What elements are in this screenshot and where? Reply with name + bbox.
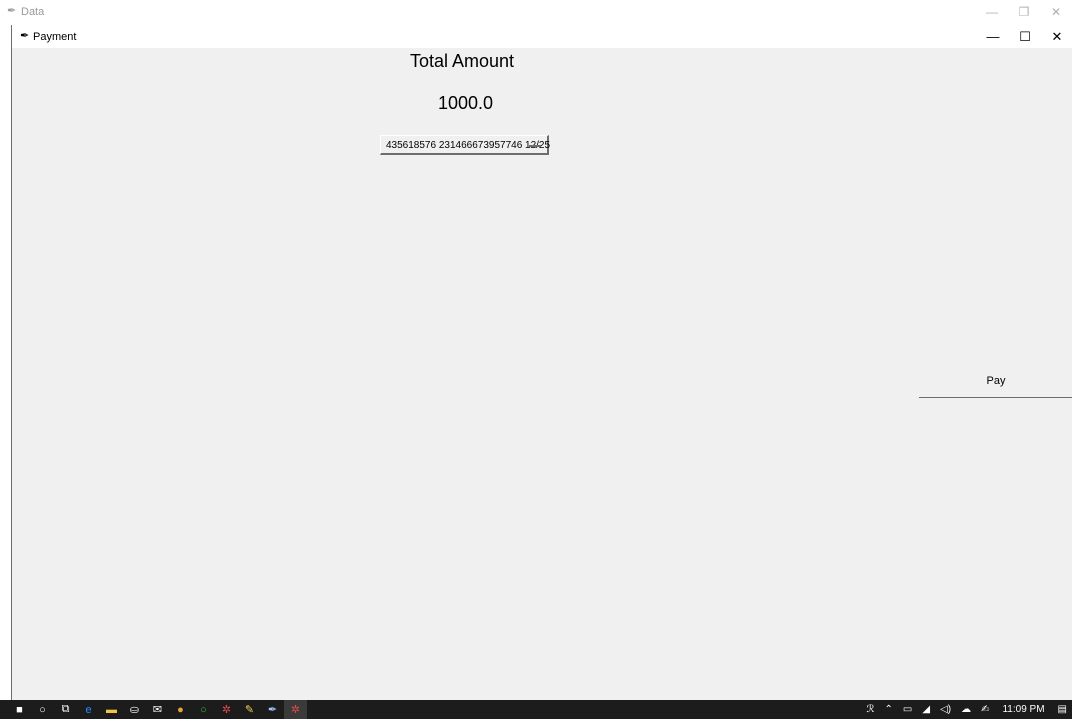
total-amount-label: Total Amount <box>410 51 515 71</box>
notification-icon[interactable]: ▤ <box>1053 704 1072 715</box>
battery-icon[interactable]: ▭ <box>898 704 917 715</box>
file-explorer-icon[interactable]: ▬ <box>100 700 123 719</box>
payment-window: ✒ Payment — ☐ ✕ Total Amount 1000.0 4356… <box>11 25 1072 700</box>
pen-icon[interactable]: ✍ <box>976 704 994 715</box>
close-button[interactable]: ✕ <box>1041 25 1072 48</box>
taskbar-apps: ■ ○ ⧉ e ▬ ⛀ ✉ ● ○ ✲ ✎ ✒ ✲ <box>8 700 307 719</box>
onedrive-icon[interactable]: ☁ <box>956 704 976 715</box>
minimize-button[interactable]: — <box>976 0 1008 24</box>
clock[interactable]: 11:09 PM <box>994 704 1052 715</box>
background-window-title: Data <box>21 6 45 18</box>
people-icon[interactable]: ℛ <box>862 704 880 715</box>
chevron-up-icon[interactable]: ⌃ <box>880 704 898 715</box>
dropdown-indicator-icon <box>529 145 541 147</box>
system-tray: ℛ ⌃ ▭ ◢ ◁) ☁ ✍ 11:09 PM ▤ <box>862 700 1072 719</box>
payment-window-title: Payment <box>33 31 77 43</box>
card-select-value: 435618576 231466673957746 12/25 <box>386 140 551 151</box>
python-feather-icon[interactable]: ✲ <box>215 700 238 719</box>
maximize-button[interactable]: ☐ <box>1009 25 1041 48</box>
payment-window-controls: — ☐ ✕ <box>977 25 1072 48</box>
feather-icon: ✒ <box>7 5 17 17</box>
wifi-icon[interactable]: ◢ <box>917 704 935 715</box>
card-select-dropdown[interactable]: 435618576 231466673957746 12/25 <box>380 135 551 155</box>
background-window-titlebar[interactable]: ✒ Data — ❐ ✕ <box>0 0 1072 24</box>
minimize-button[interactable]: — <box>977 25 1009 48</box>
close-button[interactable]: ✕ <box>1040 0 1072 24</box>
windows-start-icon[interactable]: ■ <box>8 700 31 719</box>
total-amount-value: 1000.0 <box>438 93 494 113</box>
restore-button[interactable]: ❐ <box>1008 0 1040 24</box>
edge-icon[interactable]: e <box>77 700 100 719</box>
task-view-icon[interactable]: ⧉ <box>54 700 77 719</box>
store-icon[interactable]: ⛀ <box>123 700 146 719</box>
background-window-controls: — ❐ ✕ <box>976 0 1072 24</box>
payment-window-titlebar[interactable]: ✒ Payment — ☐ ✕ <box>12 25 1072 48</box>
feather-icon[interactable]: ✒ <box>261 700 284 719</box>
chrome-icon[interactable]: ● <box>169 700 192 719</box>
python-feather-active-icon[interactable]: ✲ <box>284 700 307 719</box>
taskbar: ■ ○ ⧉ e ▬ ⛀ ✉ ● ○ ✲ ✎ ✒ ✲ ℛ ⌃ ▭ ◢ ◁) ☁ ✍ 11:09 PM ▤ <box>0 700 1072 719</box>
volume-icon[interactable]: ◁) <box>935 704 956 715</box>
mail-icon[interactable]: ✉ <box>146 700 169 719</box>
search-icon[interactable]: ○ <box>31 700 54 719</box>
paint-icon[interactable]: ✎ <box>238 700 261 719</box>
app-circle-icon[interactable]: ○ <box>192 700 215 719</box>
feather-icon: ✒ <box>20 30 30 42</box>
pay-button[interactable]: Pay <box>919 365 1072 398</box>
